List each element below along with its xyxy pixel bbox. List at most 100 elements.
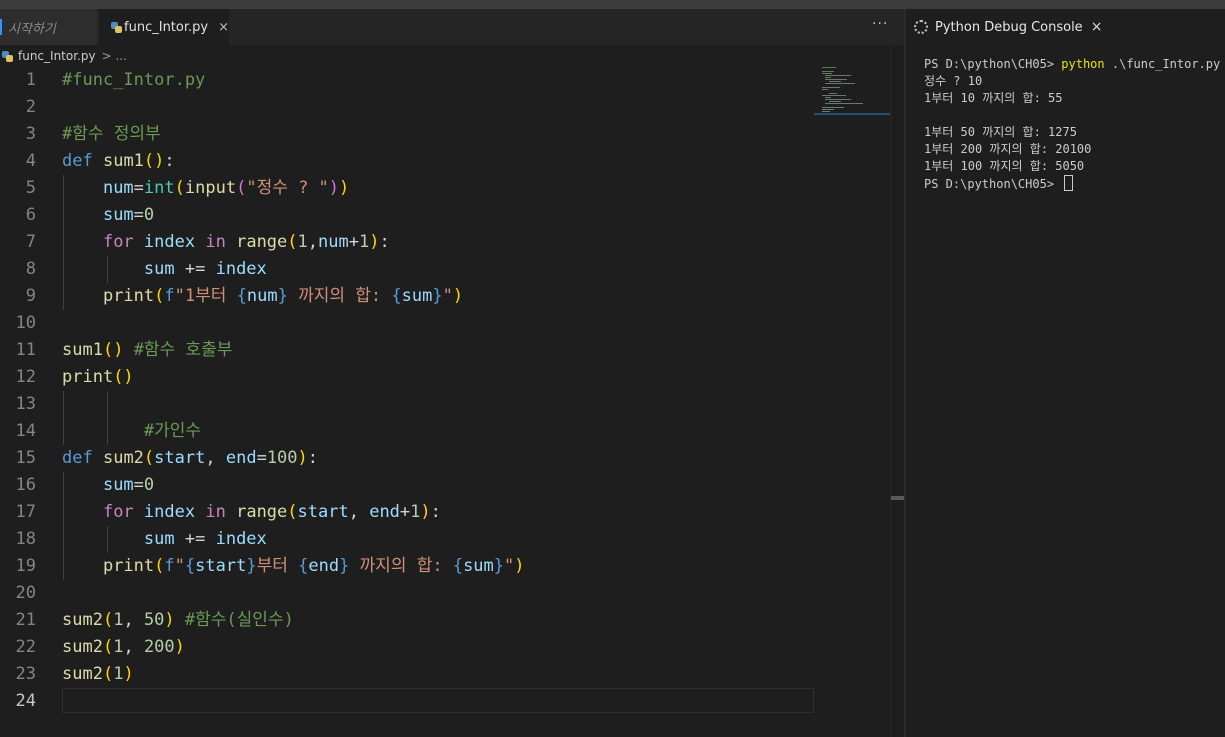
code-line: sum1() #함수 호출부 [62,337,232,364]
punctuation: : [164,151,175,171]
line-number: 3 [25,124,36,144]
fstring-brace: { [452,556,464,576]
number: 1 [113,664,124,684]
code-line: print() [62,364,134,391]
minimap-line [825,97,831,98]
function-name: sum2 [102,448,144,468]
title-bar-strip [0,0,1225,9]
function-call: sum1 [62,340,103,360]
punctuation: , [123,610,144,630]
tab-start-label: 시작하기 [8,21,56,37]
minimap-line [829,81,841,82]
code-line: sum += index [62,526,267,553]
close-icon[interactable]: × [1091,19,1103,35]
operator: + [348,232,359,252]
string: 까지의 합: [349,556,453,576]
code-line: #func_Intor.py [62,67,205,94]
close-icon[interactable]: × [218,20,229,35]
line-number: 5 [25,178,36,198]
terminal-line: 1부터 200 까지의 합: 20100 [924,142,1092,156]
python-file-icon [2,50,13,62]
bracket: ) [164,610,175,630]
minimap-viewport-marker [814,113,890,115]
bracket: ) [297,448,308,468]
variable: sum [463,556,494,576]
function-call: sum2 [62,610,103,630]
minimap-line [825,103,863,104]
bracket: ( [236,178,247,198]
minimap-line [822,107,844,108]
variable: end [369,502,400,522]
minimap[interactable] [820,67,890,115]
number: 50 [143,610,165,630]
scrollbar-thumb[interactable] [891,496,904,500]
variable: start [195,556,247,576]
keyword: in [205,232,226,252]
comment: #가인수 [143,421,202,441]
line-number: 1 [25,70,36,90]
tab-file-label: func_Intor.py [124,19,209,35]
minimap-line [829,93,837,94]
operator: += [184,259,206,279]
string: " [442,286,453,306]
code-line: sum2(1, 50) #함수(실인수) [62,607,294,634]
punctuation: , [307,232,319,252]
vertical-scrollbar[interactable] [890,45,905,737]
function-name: range [236,232,288,252]
number: 1 [410,502,421,522]
tab-start[interactable]: 시작하기 [0,9,98,45]
terminal-command: python [1061,57,1105,71]
variable: num [102,178,134,198]
function-call: print [62,367,114,387]
tab-python-debug-console[interactable]: Python Debug Console × [906,9,1102,45]
number: 1 [113,637,124,657]
terminal-prompt: PS D:\python\CH05> [924,57,1062,71]
code-line: def sum1(): [62,148,175,175]
keyword: def [62,151,93,171]
tab-func-intor[interactable]: func_Intor.py × [99,9,229,45]
line-number: 18 [15,529,36,549]
variable: index [143,232,196,252]
bracket: ) [328,178,340,198]
variable: num [246,286,278,306]
punctuation: : [430,502,441,522]
more-actions-icon[interactable]: ··· [872,16,888,32]
number: 200 [143,637,175,657]
bracket: ) [369,232,380,252]
fstring-brace: { [236,286,247,306]
variable: sum [401,286,433,306]
number: 1 [113,610,124,630]
bracket: ( [143,448,155,468]
breadcrumb-file[interactable]: func_Intor.py [18,49,96,63]
code-line: for index in range(start, end+1): [62,499,441,526]
terminal-output[interactable]: PS D:\python\CH05> python .\func_Intor.p… [924,56,1220,193]
variable: end [308,556,340,576]
line-number-current: 24 [15,691,36,711]
code-line: print(f"1부터 {num} 까지의 합: {sum}") [62,283,463,310]
string-prefix: f [164,556,175,576]
variable: index [215,259,267,279]
operator: += [184,529,206,549]
breadcrumb-separator: > ... [101,49,127,63]
keyword: in [205,502,226,522]
variable: sum [143,529,175,549]
line-number: 15 [15,448,36,468]
terminal-prompt: PS D:\python\CH05> [924,177,1062,191]
terminal-line: 정수 ? 10 [924,74,983,88]
keyword: for [102,502,134,522]
variable: start [297,502,349,522]
minimap-line [825,79,847,80]
minimap-line [822,95,846,96]
bracket: ( [154,286,165,306]
variable: index [143,502,196,522]
fstring-brace: } [339,556,350,576]
line-number: 4 [25,151,36,171]
current-line-highlight [62,688,814,713]
code-line: for index in range(1,num+1): [62,229,390,256]
function-name: print [102,556,155,576]
line-number: 12 [15,367,36,387]
string: 부터 [256,556,299,576]
string: 까지의 합: [287,286,392,306]
builtin: int [143,178,175,198]
code-line: #가인수 [62,418,201,445]
